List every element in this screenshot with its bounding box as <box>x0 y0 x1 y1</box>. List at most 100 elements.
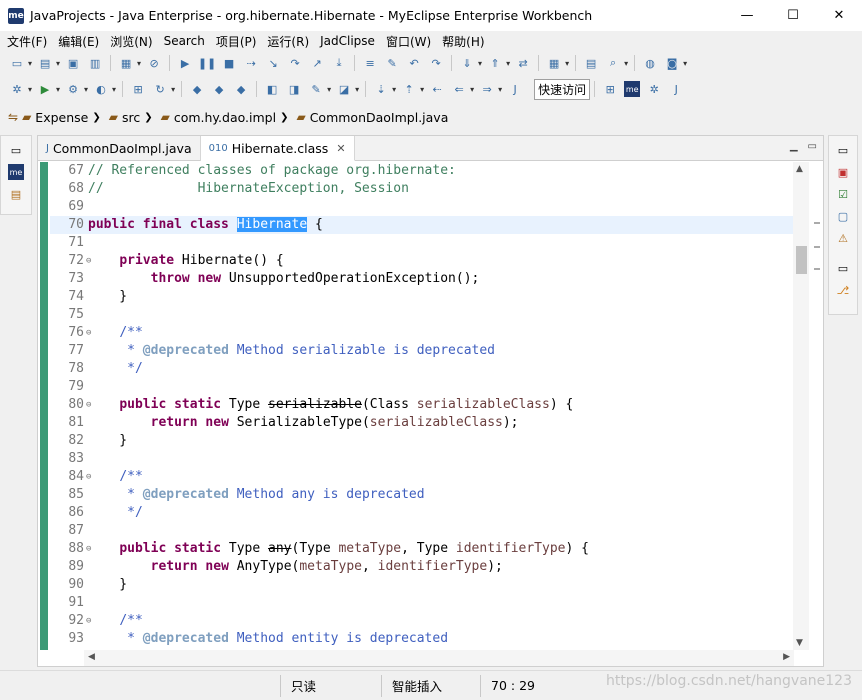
scroll-right-icon[interactable]: ▶ <box>783 652 790 662</box>
overview-ruler[interactable] <box>811 162 821 650</box>
maximize-button[interactable]: ☐ <box>770 0 816 31</box>
tasks-icon[interactable]: ☑ <box>835 186 851 202</box>
outline-icon[interactable]: ▣ <box>835 164 851 180</box>
back-history-icon[interactable]: ⇐ <box>451 81 467 97</box>
menu-window[interactable]: 窗口(W) <box>383 33 434 50</box>
myeclipse-perspective-icon[interactable]: me <box>624 81 641 97</box>
restore-icon[interactable]: ▭ <box>835 260 851 276</box>
step-return-icon[interactable]: ↗ <box>309 55 325 71</box>
git-icon[interactable]: ⎇ <box>835 282 851 298</box>
run-external-icon[interactable]: ⚙ <box>65 81 81 97</box>
profile-icon[interactable]: ◐ <box>93 81 109 97</box>
menu-jadclipse[interactable]: JadClipse <box>317 34 378 48</box>
next-edit-icon[interactable]: ⇣ <box>373 81 389 97</box>
menu-help[interactable]: 帮助(H) <box>439 33 487 50</box>
tab-commondaoimpl[interactable]: J CommonDaoImpl.java <box>38 136 201 161</box>
scroll-thumb[interactable] <box>796 246 807 274</box>
toggle-comment-icon[interactable]: ≡ <box>362 55 378 71</box>
new-icon[interactable]: ▭ <box>9 55 25 71</box>
server-manage-icon[interactable]: ◆ <box>233 81 249 97</box>
disconnect-icon[interactable]: ⇢ <box>243 55 259 71</box>
breadcrumb-label: CommonDaoImpl.java <box>309 109 449 125</box>
console-view-icon[interactable]: ▢ <box>835 208 851 224</box>
task-icon[interactable]: ◪ <box>336 81 352 97</box>
breadcrumb-item-package[interactable]: ▰ com.hy.dao.impl ❯ <box>161 110 293 125</box>
terminate-icon[interactable]: ■ <box>221 55 237 71</box>
quick-access-button[interactable]: 快速访问 <box>534 78 591 100</box>
scroll-left-icon[interactable]: ◀ <box>88 652 95 662</box>
debug-perspective-icon[interactable]: ✲ <box>646 81 662 97</box>
navigator-icon[interactable]: ⇋ <box>8 110 18 124</box>
overview-mark[interactable] <box>814 246 820 248</box>
suspend-icon[interactable]: ❚❚ <box>198 55 216 71</box>
server-icon[interactable]: ▤ <box>583 55 599 71</box>
code-line: 82 } <box>50 432 794 450</box>
forward-icon[interactable]: ⇒ <box>479 81 495 97</box>
minimize-button[interactable]: — <box>724 0 770 31</box>
next-annotation-icon[interactable]: ⇓ <box>459 55 475 71</box>
wrench-icon[interactable]: ✎ <box>308 81 324 97</box>
line-number: 87 <box>68 523 84 538</box>
search-icon[interactable]: ⌕ <box>605 55 621 71</box>
window-title: JavaProjects - Java Enterprise - org.hib… <box>30 8 593 23</box>
skip-breakpoints-icon[interactable]: ⊘ <box>146 55 162 71</box>
breadcrumb-label: src <box>121 109 141 125</box>
new-project-icon[interactable]: ▤ <box>37 55 53 71</box>
jad-icon[interactable]: J <box>507 81 523 97</box>
close-tab-icon[interactable]: ✕ <box>336 142 345 155</box>
overview-mark[interactable] <box>814 222 820 224</box>
menu-edit[interactable]: 编辑(E) <box>55 33 102 50</box>
drop-frame-icon[interactable]: ⤓ <box>331 55 347 71</box>
save-all-icon[interactable]: ▥ <box>87 55 103 71</box>
overview-mark[interactable] <box>814 268 820 270</box>
deploy-all-icon[interactable]: ◆ <box>211 81 227 97</box>
open-resource-icon[interactable]: ◨ <box>286 81 302 97</box>
open-folder-icon[interactable]: ◧ <box>264 81 280 97</box>
java-perspective-icon[interactable]: J <box>668 81 684 97</box>
editor-area: J CommonDaoImpl.java 010 Hibernate.class… <box>37 135 824 667</box>
menu-navigate[interactable]: 浏览(N) <box>107 33 155 50</box>
breadcrumb-item-project[interactable]: ▰ Expense ❯ <box>22 110 105 125</box>
close-button[interactable]: ✕ <box>816 0 862 31</box>
restore-icon[interactable]: ▭ <box>8 142 24 158</box>
undo-icon[interactable]: ↶ <box>406 55 422 71</box>
menu-search[interactable]: Search <box>161 34 208 48</box>
breadcrumb-item-src[interactable]: ▰ src ❯ <box>109 110 157 125</box>
menu-file[interactable]: 文件(F) <box>4 33 50 50</box>
refresh-icon[interactable]: ↻ <box>152 81 168 97</box>
camera-icon[interactable]: ◙ <box>664 55 680 71</box>
deploy-icon[interactable]: ◆ <box>189 81 205 97</box>
grid-icon[interactable]: ▦ <box>546 55 562 71</box>
menu-project[interactable]: 项目(P) <box>213 33 260 50</box>
link-editor-icon[interactable]: ⇄ <box>515 55 531 71</box>
minimize-editor-icon[interactable]: ▁ <box>790 141 798 152</box>
step-into-icon[interactable]: ↘ <box>265 55 281 71</box>
horizontal-scrollbar[interactable]: ◀ ▶ <box>84 650 794 666</box>
vertical-scrollbar[interactable]: ▲ ▼ <box>793 162 809 650</box>
scroll-up-icon[interactable]: ▲ <box>796 164 803 174</box>
breadcrumb-item-file[interactable]: ▰ CommonDaoImpl.java <box>296 110 448 125</box>
globe-icon[interactable]: ◍ <box>642 55 658 71</box>
open-perspective-icon[interactable]: ⊞ <box>602 81 618 97</box>
restore-icon[interactable]: ▭ <box>835 142 851 158</box>
mark-occurrences-icon[interactable]: ✎ <box>384 55 400 71</box>
redo-icon[interactable]: ↷ <box>428 55 444 71</box>
console-icon[interactable]: ▦ <box>118 55 134 71</box>
save-icon[interactable]: ▣ <box>65 55 81 71</box>
open-type-icon[interactable]: ⊞ <box>130 81 146 97</box>
myeclipse-view-icon[interactable]: me <box>8 164 24 180</box>
menu-run[interactable]: 运行(R) <box>264 33 312 50</box>
back-icon[interactable]: ⇠ <box>429 81 445 97</box>
scroll-down-icon[interactable]: ▼ <box>796 638 803 648</box>
hierarchy-icon[interactable]: ▤ <box>8 186 24 202</box>
prev-annotation-icon[interactable]: ⇑ <box>487 55 503 71</box>
problems-icon[interactable]: ⚠ <box>835 230 851 246</box>
run-icon[interactable]: ▶ <box>37 81 53 97</box>
code-editor[interactable]: 67// Referenced classes of package org.h… <box>50 162 794 650</box>
debug-icon[interactable]: ✲ <box>9 81 25 97</box>
resume-icon[interactable]: ▶ <box>177 55 193 71</box>
last-edit-icon[interactable]: ⇡ <box>401 81 417 97</box>
tab-hibernate-class[interactable]: 010 Hibernate.class ✕ <box>200 136 355 161</box>
step-over-icon[interactable]: ↷ <box>287 55 303 71</box>
maximize-editor-icon[interactable]: ▭ <box>808 141 817 152</box>
